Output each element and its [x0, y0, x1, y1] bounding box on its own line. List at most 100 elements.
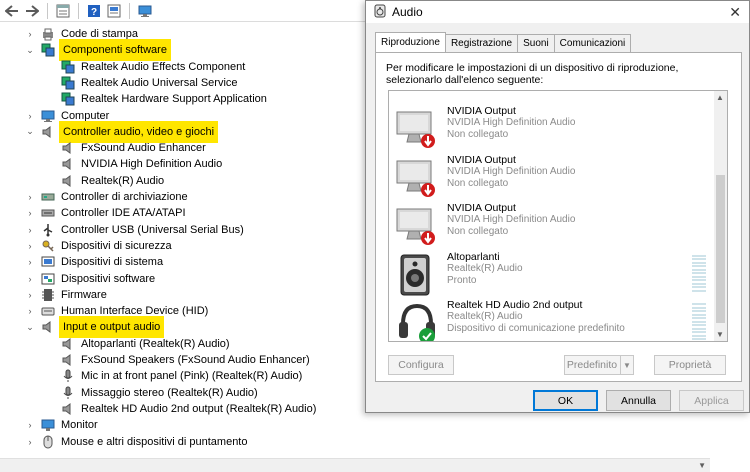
expand-chevron-icon[interactable]: ›: [24, 256, 36, 268]
microphone-icon: [60, 385, 76, 401]
speaker-icon: [60, 173, 76, 189]
forward-arrow-icon[interactable]: [24, 3, 40, 19]
tree-child-item[interactable]: Realtek HD Audio 2nd output (Realtek(R) …: [56, 401, 318, 417]
tree-category-item[interactable]: › Monitor: [24, 417, 100, 433]
tree-category-item[interactable]: › Dispositivi software: [24, 271, 157, 287]
toolbar-separator: [47, 2, 48, 19]
tree-item-label: Controller di archiviazione: [61, 191, 188, 203]
tree-category-item[interactable]: › Mouse e altri dispositivi di puntamento: [24, 434, 249, 450]
system-devices-icon: [40, 254, 56, 270]
tree-item-label: Dispositivi di sistema: [61, 256, 164, 269]
expand-chevron-icon[interactable]: ›: [24, 240, 36, 252]
expand-chevron-icon[interactable]: ›: [24, 207, 36, 219]
tree-category-item[interactable]: ⌄ Input e output audio: [24, 316, 165, 339]
tree-item-label: Realtek HD Audio 2nd output (Realtek(R) …: [81, 402, 317, 415]
playback-device-item[interactable]: Realtek HD Audio 2nd output Realtek(R) Au…: [389, 299, 715, 341]
collapse-chevron-icon[interactable]: ⌄: [24, 126, 36, 138]
tree-category-item[interactable]: › Controller di archiviazione: [24, 189, 190, 205]
scroll-up-arrow-icon[interactable]: ▲: [716, 93, 724, 102]
intro-text: Per modificare le impostazioni di un dis…: [386, 62, 679, 86]
collapse-chevron-icon[interactable]: ⌄: [24, 321, 36, 333]
ide-controller-icon: [40, 205, 56, 221]
tree-child-item[interactable]: NVIDIA High Definition Audio: [56, 156, 224, 172]
meter-segment: [692, 334, 706, 337]
device-view-icon[interactable]: [106, 3, 122, 19]
tree-child-item[interactable]: FxSound Speakers (FxSound Audio Enhancer…: [56, 352, 312, 368]
playback-device-item[interactable]: Altoparlanti Realtek(R) Audio Pronto: [389, 251, 715, 299]
device-driver: NVIDIA High Definition Audio: [447, 165, 576, 177]
hid-icon: [40, 303, 56, 319]
tree-category-item[interactable]: › Firmware: [24, 287, 109, 303]
expand-chevron-icon[interactable]: ›: [24, 191, 36, 203]
meter-segment: [692, 338, 706, 340]
security-key-icon: [40, 238, 56, 254]
tab-riproduzione[interactable]: Riproduzione: [375, 32, 446, 52]
configure-button[interactable]: Configura: [388, 355, 454, 375]
tab-suoni[interactable]: Suoni: [517, 34, 555, 52]
ok-button[interactable]: OK: [533, 390, 598, 411]
expand-chevron-icon[interactable]: ›: [24, 224, 36, 236]
set-default-label: Predefinito: [566, 359, 618, 371]
close-icon[interactable]: ✕: [729, 4, 741, 21]
tree-category-item[interactable]: › Dispositivi di sicurezza: [24, 238, 174, 254]
scroll-right-arrow-icon[interactable]: ▼: [698, 461, 706, 470]
tree-child-item[interactable]: FxSound Audio Enhancer: [56, 140, 208, 156]
tree-category-item[interactable]: › Dispositivi di sistema: [24, 254, 165, 270]
scan-hardware-monitor-icon[interactable]: [137, 3, 153, 19]
meter-segment: [692, 258, 706, 260]
device-driver: Realtek(R) Audio: [447, 262, 523, 274]
device-name: Altoparlanti: [447, 250, 500, 263]
tree-category-item[interactable]: › Controller USB (Universal Serial Bus): [24, 222, 246, 238]
cancel-button[interactable]: Annulla: [606, 390, 671, 411]
usb-icon: [40, 222, 56, 238]
tab-strip: Riproduzione Registrazione Suoni Comunic…: [375, 32, 632, 52]
help-icon[interactable]: ?: [86, 3, 102, 19]
device-list-scrollbar[interactable]: ▲ ▼: [714, 91, 727, 341]
tree-category-item[interactable]: ⌄ Componenti software: [24, 39, 171, 62]
playback-device-item[interactable]: NVIDIA Output NVIDIA High Definition Audi…: [389, 105, 715, 153]
apply-button[interactable]: Applica: [679, 390, 744, 411]
collapse-chevron-icon[interactable]: ⌄: [24, 44, 36, 56]
properties-sheet-icon[interactable]: [55, 3, 71, 19]
scroll-down-arrow-icon[interactable]: ▼: [716, 330, 724, 339]
tree-child-item[interactable]: Realtek Audio Effects Component: [56, 59, 247, 75]
tree-child-item[interactable]: Mic in at front panel (Pink) (Realtek(R)…: [56, 368, 304, 384]
expand-chevron-icon[interactable]: ›: [24, 436, 36, 448]
tree-child-item[interactable]: Realtek Audio Universal Service: [56, 75, 240, 91]
tree-child-item[interactable]: Realtek Hardware Support Application: [56, 91, 269, 107]
dropdown-arrow-icon[interactable]: ▼: [620, 356, 633, 374]
meter-segment: [692, 265, 706, 267]
meter-segment: [692, 324, 706, 326]
expand-chevron-icon[interactable]: ›: [24, 110, 36, 122]
tree-child-item[interactable]: Realtek(R) Audio: [56, 173, 166, 189]
tree-item-label: Missaggio stereo (Realtek(R) Audio): [81, 386, 258, 399]
back-arrow-icon[interactable]: [4, 3, 20, 19]
tree-category-item[interactable]: › Controller IDE ATA/ATAPI: [24, 205, 188, 221]
playback-device-item[interactable]: NVIDIA Output NVIDIA High Definition Audi…: [389, 202, 715, 250]
horizontal-scrollbar[interactable]: ▼: [0, 458, 710, 472]
svg-text:?: ?: [91, 7, 97, 18]
expand-chevron-icon[interactable]: ›: [24, 305, 36, 317]
playback-device-list[interactable]: NVIDIA Output NVIDIA High Definition Audi…: [388, 90, 728, 342]
audio-dialog: Audio ✕ Riproduzione Registrazione Suoni…: [365, 0, 750, 413]
playback-device-item[interactable]: NVIDIA Output NVIDIA High Definition Audi…: [389, 154, 715, 202]
scrollbar-thumb[interactable]: [716, 175, 725, 323]
tab-comunicazioni[interactable]: Comunicazioni: [553, 34, 632, 52]
expand-chevron-icon[interactable]: ›: [24, 289, 36, 301]
set-default-button[interactable]: Predefinito ▼: [564, 355, 634, 375]
expand-chevron-icon[interactable]: ›: [24, 419, 36, 431]
tree-child-item[interactable]: Altoparlanti (Realtek(R) Audio): [56, 336, 232, 352]
tree-category-item[interactable]: ⌄ Controller audio, video e giochi: [24, 120, 219, 143]
device-status: Dispositivo di comunicazione predefinito: [447, 323, 625, 334]
expand-chevron-icon[interactable]: ›: [24, 273, 36, 285]
tree-child-item[interactable]: Missaggio stereo (Realtek(R) Audio): [56, 385, 260, 401]
meter-segment: [692, 279, 706, 281]
device-name: NVIDIA Output: [447, 153, 516, 166]
software-components-icon: [40, 42, 56, 58]
tree-item-label: Monitor: [61, 419, 98, 432]
expand-chevron-icon[interactable]: ›: [24, 28, 36, 40]
properties-button[interactable]: Proprietà: [654, 355, 726, 375]
monitor-icon: [40, 417, 56, 433]
tab-registrazione[interactable]: Registrazione: [444, 34, 519, 52]
meter-segment: [692, 272, 706, 274]
